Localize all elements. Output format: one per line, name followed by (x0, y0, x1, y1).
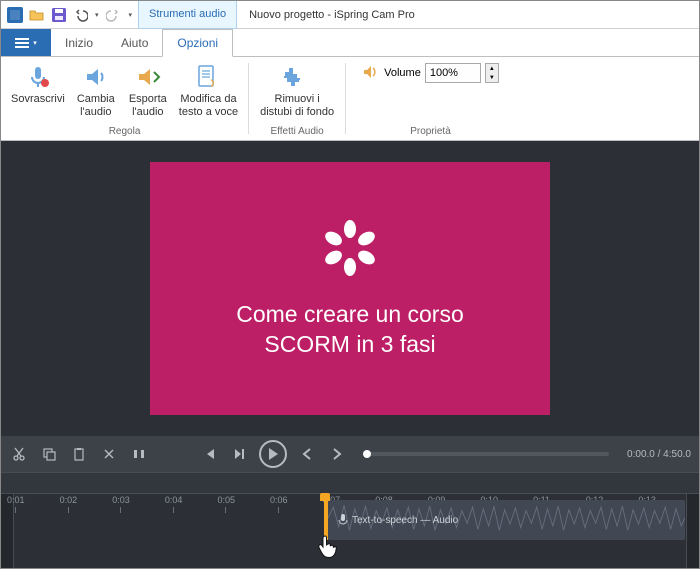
change-audio-l2: l'audio (80, 106, 111, 119)
ribbon-group-properties: Volume ▲▼ Proprietà (346, 57, 515, 140)
tab-options[interactable]: Opzioni (162, 29, 233, 57)
denoise-l1: Rimuovi i (275, 93, 320, 106)
tts-l1: Modifica da (180, 93, 236, 106)
play-button[interactable] (259, 440, 287, 468)
clip-label: Text-to-speech — Audio (352, 515, 458, 526)
export-audio-button[interactable]: Esporta l'audio (123, 61, 173, 120)
change-audio-button[interactable]: Cambia l'audio (71, 61, 121, 120)
next-icon[interactable] (327, 444, 347, 464)
progress-knob[interactable] (363, 450, 371, 458)
open-icon[interactable] (29, 7, 45, 23)
volume-icon (362, 64, 380, 83)
audio-track[interactable]: Text-to-speech — Audio (15, 494, 699, 542)
slide-preview: Come creare un corso SCORM in 3 fasi (150, 162, 550, 415)
change-audio-l1: Cambia (77, 93, 115, 106)
slide-text: Come creare un corso SCORM in 3 fasi (236, 300, 464, 360)
preview-area: Come creare un corso SCORM in 3 fasi (1, 141, 699, 436)
quick-access-toolbar: ▾ ▾ (1, 7, 138, 23)
denoise-icon (282, 63, 312, 91)
group-label-adjust: Regola (1, 124, 248, 140)
progress-bar[interactable] (365, 452, 609, 456)
playback-bar: 0:00.0 / 4:50.0 (1, 436, 699, 472)
group-label-properties: Proprietà (356, 124, 505, 140)
window-title: Nuovo progetto - iSpring Cam Pro (237, 9, 427, 21)
cut-icon[interactable] (9, 444, 29, 464)
microphone-icon (25, 63, 51, 91)
group-label-effects: Effetti Audio (249, 124, 345, 140)
overwrite-button[interactable]: Sovrascrivi (7, 61, 69, 108)
prev-icon[interactable] (297, 444, 317, 464)
volume-label: Volume (384, 67, 421, 79)
titlebar: ▾ ▾ Strumenti audio Nuovo progetto - iSp… (1, 1, 699, 29)
ribbon-group-effects: Rimuovi i distubi di fondo Effetti Audio (249, 57, 345, 140)
export-audio-l2: l'audio (132, 106, 163, 119)
tab-home[interactable]: Inizio (51, 29, 107, 56)
trim-icon[interactable] (99, 444, 119, 464)
timeline: + 0:01 0:02 0:03 0:04 0:05 0:06 0:07 0:0… (1, 472, 699, 568)
denoise-button[interactable]: Rimuovi i distubi di fondo (255, 61, 339, 120)
flower-icon (319, 217, 381, 284)
document-tts-icon (197, 63, 219, 91)
time-ruler[interactable]: 0:01 0:02 0:03 0:04 0:05 0:06 0:07 0:08 … (1, 472, 699, 494)
tts-l2: testo a voce (179, 106, 238, 119)
timeline-tracks: Text-to-speech — Audio (1, 494, 699, 554)
silence-icon[interactable] (129, 444, 149, 464)
undo-icon[interactable] (73, 7, 89, 23)
list-menu-button[interactable]: ▾ (1, 29, 51, 56)
overwrite-label: Sovrascrivi (11, 93, 65, 106)
slide-line2: SCORM in 3 fasi (236, 330, 464, 360)
ribbon-group-adjust: Sovrascrivi Cambia l'audio Esporta l'aud… (1, 57, 248, 140)
volume-spinner[interactable]: ▲▼ (485, 63, 499, 83)
volume-input[interactable] (425, 63, 481, 83)
denoise-l2: distubi di fondo (260, 106, 334, 119)
slide-line1: Come creare un corso (236, 300, 464, 330)
redo-icon[interactable] (105, 7, 121, 23)
tab-strip: ▾ Inizio Aiuto Opzioni (1, 29, 699, 57)
undo-dropdown-icon[interactable]: ▾ (95, 11, 99, 19)
speaker-swap-icon (83, 63, 109, 91)
step-forward-icon[interactable] (229, 444, 249, 464)
tab-help[interactable]: Aiuto (107, 29, 162, 56)
time-display: 0:00.0 / 4:50.0 (627, 449, 691, 460)
save-icon[interactable] (51, 7, 67, 23)
app-icon (7, 7, 23, 23)
export-audio-l1: Esporta (129, 93, 167, 106)
copy-icon[interactable] (39, 444, 59, 464)
playhead[interactable] (324, 494, 326, 554)
audio-clip[interactable]: Text-to-speech — Audio (325, 500, 685, 540)
qat-dropdown-icon[interactable]: ▾ (129, 11, 133, 19)
context-tab-audio-tools[interactable]: Strumenti audio (138, 1, 237, 29)
paste-icon[interactable] (69, 444, 89, 464)
speaker-export-icon (135, 63, 161, 91)
ribbon: Sovrascrivi Cambia l'audio Esporta l'aud… (1, 57, 699, 141)
skip-start-icon[interactable] (199, 444, 219, 464)
text-to-speech-button[interactable]: Modifica da testo a voce (175, 61, 242, 120)
